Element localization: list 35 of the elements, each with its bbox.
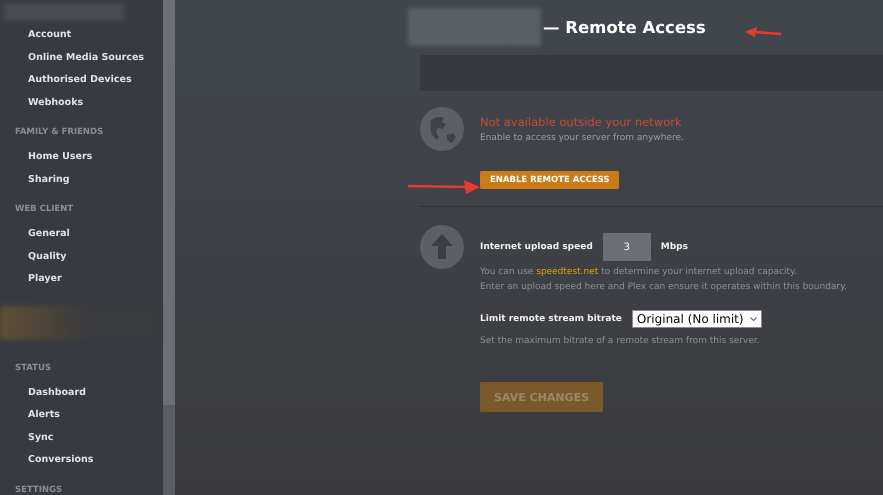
- field-label: Internet upload speed: [480, 242, 593, 252]
- sidebar-item[interactable]: Conversions: [0, 449, 163, 472]
- sidebar-item[interactable]: Dashboard: [0, 382, 163, 404]
- status-detail: Enable to access your server from anywhere.: [480, 133, 684, 143]
- sidebar-item[interactable]: Account: [0, 24, 163, 46]
- sidebar-item[interactable]: Home Users: [0, 146, 163, 168]
- help-text: Set the maximum bitrate of a remote stream from this server.: [480, 336, 761, 346]
- sidebar-item[interactable]: General: [0, 223, 163, 246]
- section-heading: FAMILY & FRIENDS: [14, 126, 104, 139]
- speedtest-link[interactable]: speedtest.net: [536, 267, 598, 277]
- section-heading: STATUS: [14, 362, 52, 374]
- globe-icon: [420, 107, 464, 151]
- annotation-arrow: [408, 180, 480, 194]
- field-label: Limit remote stream bitrate: [480, 314, 622, 324]
- annotation-arrow: [745, 27, 783, 39]
- caret-icon: [750, 316, 757, 322]
- status-message: Not available outside your network: [480, 115, 683, 129]
- help-text: You can use speedtest.net to determine your internet upload capacity.: [480, 267, 798, 277]
- unit-label: Mbps: [660, 242, 688, 252]
- sidebar-item[interactable]: Player: [0, 268, 163, 290]
- sidebar-item[interactable]: Sync: [0, 426, 163, 449]
- sidebar-item[interactable]: Sharing: [0, 168, 163, 191]
- sidebar-item[interactable]: Webhooks: [0, 92, 163, 114]
- sidebar-item[interactable]: Authorised Devices: [0, 69, 163, 92]
- sidebar-item[interactable]: Quality: [0, 246, 163, 268]
- upload-icon: [420, 225, 464, 269]
- page-title: — Remote Access: [543, 18, 706, 36]
- upload-speed-field[interactable]: 3: [602, 233, 651, 261]
- sidebar-item[interactable]: Alerts: [0, 404, 163, 426]
- help-text: Enter an upload speed here and Plex can ensure it operates within this boundary.: [480, 282, 848, 292]
- bitrate-dropdown[interactable]: Original (No limit): [632, 310, 762, 328]
- section-heading: SETTINGS: [14, 484, 64, 495]
- sidebar-item[interactable]: Online Media Sources: [0, 46, 163, 69]
- scrollbar[interactable]: [163, 0, 175, 495]
- section-heading: WEB CLIENT: [14, 203, 74, 216]
